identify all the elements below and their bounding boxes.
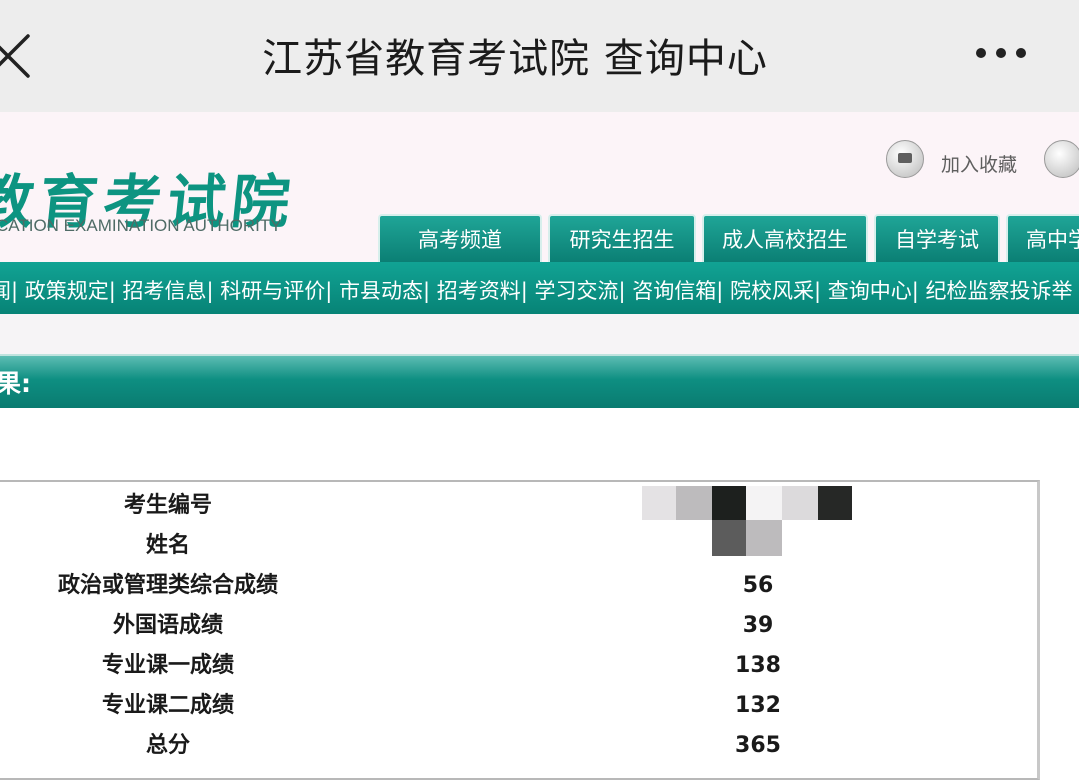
result-heading: 果: [0,369,31,398]
sub-navigation-links[interactable]: 闻| 政策规定| 招考信息| 科研与评价| 市县动态| 招考资料| 学习交流| … [0,275,1073,305]
table-row: 姓名 [0,526,1038,566]
score-value: 138 [735,653,781,678]
homepage-icon[interactable] [1044,140,1079,178]
app-bar: 江苏省教育考试院 查询中心 [0,0,1079,112]
row-label: 姓名 [145,533,190,558]
total-score-value: 365 [735,733,781,758]
row-label: 专业课一成绩 [101,653,234,678]
row-label: 总分 [145,733,190,758]
tab-high-school[interactable]: 高中学 [1006,214,1079,262]
row-label: 专业课二成绩 [101,693,234,718]
score-value: 39 [742,613,774,638]
favorite-icon[interactable] [886,140,924,178]
row-label: 外国语成绩 [112,613,223,638]
table-row: 专业课一成绩 138 [0,646,1038,686]
table-row: 总分 365 [0,726,1038,766]
page-title: 江苏省教育考试院 查询中心 [262,36,768,82]
spacer [0,314,1079,354]
add-favorite-link[interactable]: 加入收藏 [941,150,1017,177]
score-value: 56 [742,573,774,598]
table-row: 外国语成绩 39 [0,606,1038,646]
score-table: 考生编号 姓名 政治或管理类综合成绩 56 外国语成绩 39 专业课一成绩 13… [0,480,1040,780]
table-row: 考生编号 [0,486,1038,526]
tab-graduate[interactable]: 研究生招生 [548,214,696,262]
site-logo-english: CATION EXAMINATION AUTHORITY [0,216,282,235]
result-heading-bar: 果: [0,354,1079,408]
tab-self-study-exam[interactable]: 自学考试 [874,214,1000,262]
table-row: 政治或管理类综合成绩 56 [0,566,1038,606]
sub-navigation: 闻| 政策规定| 招考信息| 科研与评价| 市县动态| 招考资料| 学习交流| … [0,262,1079,314]
more-options-icon[interactable] [976,46,1032,60]
table-row: 专业课二成绩 132 [0,686,1038,726]
row-label: 政治或管理类综合成绩 [57,573,278,598]
tab-adult-college[interactable]: 成人高校招生 [702,214,868,262]
row-label: 考生编号 [123,493,212,518]
score-value: 132 [735,693,781,718]
tab-gaokao[interactable]: 高考频道 [378,214,542,262]
